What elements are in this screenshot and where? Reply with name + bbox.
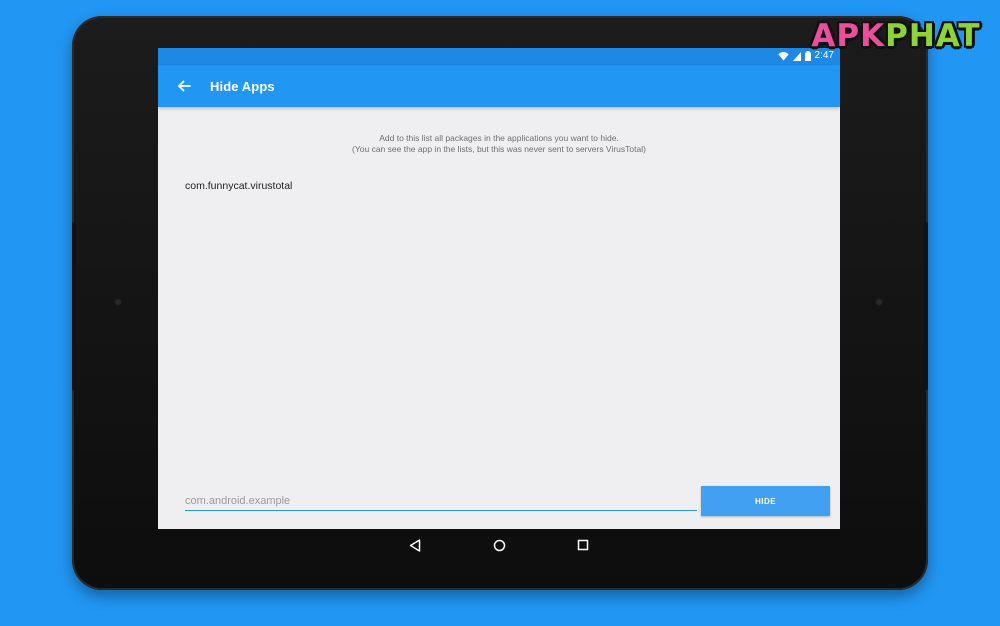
wifi-icon [777,52,789,61]
arrow-left-icon [178,80,191,92]
hidden-packages-list: com.funnycat.virustotal [185,179,813,193]
nav-recents-button[interactable] [569,531,597,559]
nav-home-button[interactable] [485,531,513,559]
page-title: Hide Apps [210,78,275,94]
tablet-sensor-right [875,298,883,306]
instructions-text: Add to this list all packages in the app… [158,133,840,155]
tablet-side-button-left [72,222,76,390]
status-bar: 2:47 [158,48,840,65]
apkphat-watermark-logo: APK PHAT [802,14,990,58]
nav-back-button[interactable] [401,531,429,559]
tablet-side-button-right [924,222,928,390]
package-name-input[interactable] [185,492,697,511]
instructions-line-1: Add to this list all packages in the app… [379,133,619,143]
back-button[interactable] [158,65,210,107]
square-recents-icon [577,539,589,551]
navigation-bar [158,529,840,561]
instructions-line-2: (You can see the app in the lists, but t… [352,144,646,154]
watermark-part-1: APK [811,18,886,54]
triangle-back-icon [409,538,421,552]
device-screen: 2:47 Hide Apps Add to this list all pack… [158,48,840,529]
signal-icon [792,52,801,61]
watermark-part-2: PHAT [885,18,981,54]
tablet-sensor-left [114,298,122,306]
list-item[interactable]: com.funnycat.virustotal [185,179,813,193]
circle-home-icon [493,539,505,551]
hide-button[interactable]: HIDE [701,486,830,516]
app-bar: Hide Apps [158,65,840,107]
